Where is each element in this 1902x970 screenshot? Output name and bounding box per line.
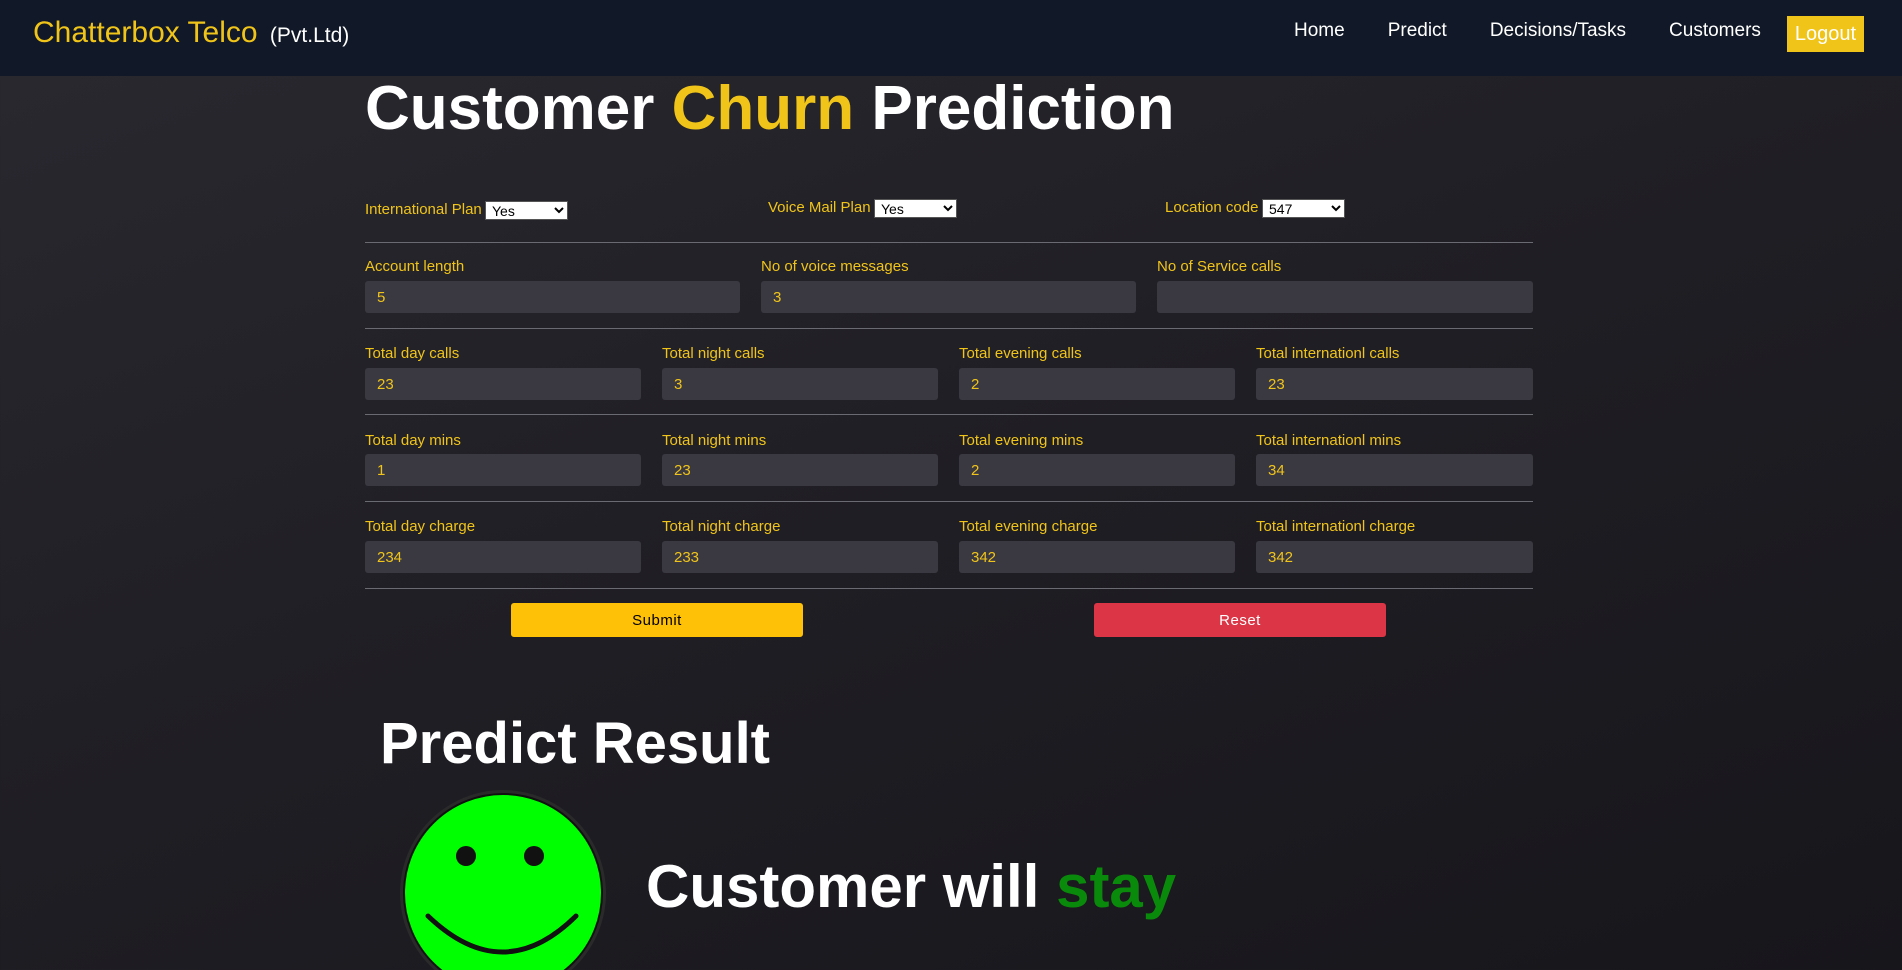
night-mins-label: Total night mins: [662, 432, 767, 449]
night-charge-label: Total night charge: [662, 518, 781, 535]
evening-charge-input[interactable]: [959, 541, 1235, 573]
day-calls-input[interactable]: [365, 368, 641, 400]
international-mins-label: Total internationl mins: [1256, 432, 1402, 449]
account-length-label: Account length: [365, 258, 465, 275]
night-calls-label: Total night calls: [662, 345, 765, 362]
voice-mail-plan-select[interactable]: Yes: [874, 199, 957, 218]
night-calls-input[interactable]: [662, 368, 938, 400]
result-message-accent: stay: [1056, 853, 1177, 920]
nav-home-link[interactable]: Home: [1294, 20, 1345, 42]
international-charge-input[interactable]: [1256, 541, 1533, 573]
smiley-face-icon: [400, 790, 606, 970]
result-message: Customer will stay: [646, 852, 1176, 921]
international-mins-input[interactable]: [1256, 454, 1533, 486]
night-mins-input[interactable]: [662, 454, 938, 486]
international-plan-select[interactable]: Yes: [485, 201, 568, 220]
international-calls-input[interactable]: [1256, 368, 1533, 400]
divider: [365, 501, 1533, 502]
predict-result-title: Predict Result: [380, 711, 770, 776]
evening-calls-input[interactable]: [959, 368, 1235, 400]
voice-messages-label: No of voice messages: [761, 258, 909, 275]
result-message-prefix: Customer will: [646, 853, 1040, 920]
day-mins-label: Total day mins: [365, 432, 461, 449]
day-mins-input[interactable]: [365, 454, 641, 486]
international-plan-label: International Plan: [365, 201, 482, 218]
international-calls-label: Total internationl calls: [1256, 345, 1400, 362]
day-charge-input[interactable]: [365, 541, 641, 573]
nav-links: Home Predict Decisions/Tasks Customers: [1294, 20, 1804, 42]
location-code-select[interactable]: 547: [1262, 199, 1345, 218]
evening-mins-input[interactable]: [959, 454, 1235, 486]
service-calls-input[interactable]: [1157, 281, 1533, 313]
day-charge-label: Total day charge: [365, 518, 476, 535]
evening-mins-label: Total evening mins: [959, 432, 1084, 449]
page-title-part1: Customer: [365, 74, 655, 143]
page-title-part2: Prediction: [871, 74, 1175, 143]
evening-calls-label: Total evening calls: [959, 345, 1082, 362]
page-title-accent: Churn: [671, 74, 855, 143]
divider: [365, 414, 1533, 415]
brand-suffix: (Pvt.Ltd): [269, 24, 350, 47]
service-calls-label: No of Service calls: [1157, 258, 1282, 275]
divider: [365, 588, 1533, 589]
brand-logo[interactable]: Chatterbox Telco (Pvt.Ltd): [33, 16, 349, 50]
nav-predict-link[interactable]: Predict: [1388, 20, 1447, 42]
evening-charge-label: Total evening charge: [959, 518, 1098, 535]
divider: [365, 242, 1533, 243]
reset-button[interactable]: Reset: [1094, 603, 1386, 637]
account-length-input[interactable]: [365, 281, 740, 313]
navbar: Chatterbox Telco (Pvt.Ltd) Home Predict …: [0, 0, 1902, 76]
location-code-label: Location code: [1165, 199, 1259, 216]
day-calls-label: Total day calls: [365, 345, 460, 362]
nav-customers-link[interactable]: Customers: [1669, 20, 1761, 42]
voice-mail-plan-label: Voice Mail Plan: [768, 199, 871, 216]
brand-name: Chatterbox Telco: [33, 16, 258, 49]
night-charge-input[interactable]: [662, 541, 938, 573]
nav-decisions-tasks-link[interactable]: Decisions/Tasks: [1490, 20, 1626, 42]
submit-button[interactable]: Submit: [511, 603, 803, 637]
international-charge-label: Total internationl charge: [1256, 518, 1416, 535]
page-title: Customer Churn Prediction: [365, 73, 1175, 144]
voice-messages-input[interactable]: [761, 281, 1136, 313]
divider: [365, 328, 1533, 329]
logout-button[interactable]: Logout: [1787, 16, 1864, 52]
